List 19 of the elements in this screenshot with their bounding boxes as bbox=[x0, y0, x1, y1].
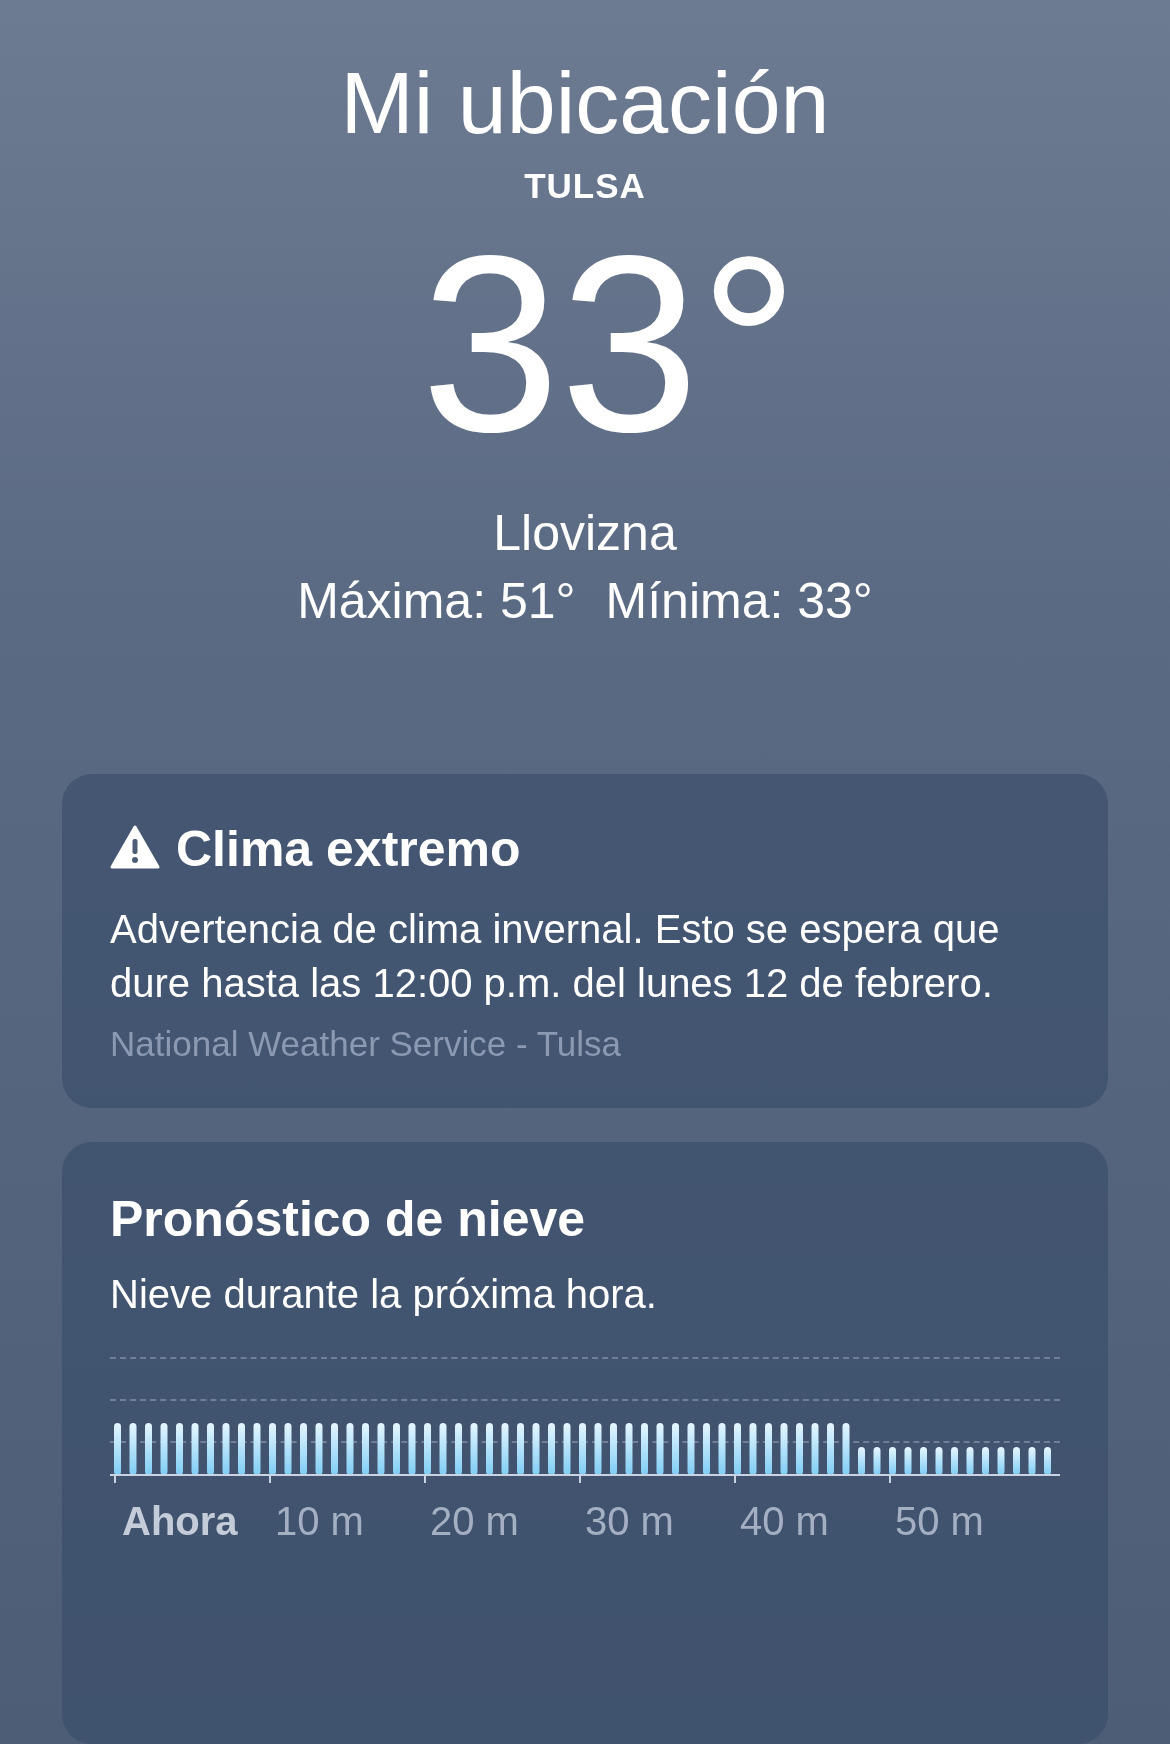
alert-description: Advertencia de clima invernal. Esto se espera que dure hasta las 12:00 p.m. del lunes 12 de febrero. bbox=[110, 906, 1001, 1007]
location-title: Mi ubicación bbox=[340, 52, 830, 154]
high-temperature: Máxima: 51° bbox=[297, 572, 576, 630]
temperature: 33° bbox=[419, 220, 800, 470]
time-axis-label: Ahora bbox=[121, 1499, 239, 1544]
forecast-title: Pronóstico de nieve bbox=[110, 1190, 587, 1248]
forecast-summary: Nieve durante la próxima hora. bbox=[110, 1272, 658, 1317]
alert-title: Clima extremo bbox=[176, 820, 521, 878]
time-axis-label: 30 m bbox=[584, 1499, 675, 1544]
condition: Llovizna bbox=[493, 504, 677, 562]
alert-source: National Weather Service - Tulsa bbox=[110, 1024, 622, 1064]
city-name: TULSA bbox=[524, 166, 646, 206]
time-axis-label: 10 m bbox=[274, 1499, 365, 1544]
low-temperature: Mínima: 33° bbox=[605, 572, 873, 630]
time-axis-label: 40 m bbox=[739, 1499, 830, 1544]
alert-card[interactable]: Clima extremo Advertencia de clima invernal. Esto se espera que dure hasta las 12:00 p.m. del lunes 12 de febrero. National Weather Service - Tulsa bbox=[62, 774, 1108, 1108]
time-axis-label: 50 m bbox=[894, 1499, 985, 1544]
time-axis-label: 20 m bbox=[429, 1499, 520, 1544]
warning-icon bbox=[110, 825, 160, 869]
